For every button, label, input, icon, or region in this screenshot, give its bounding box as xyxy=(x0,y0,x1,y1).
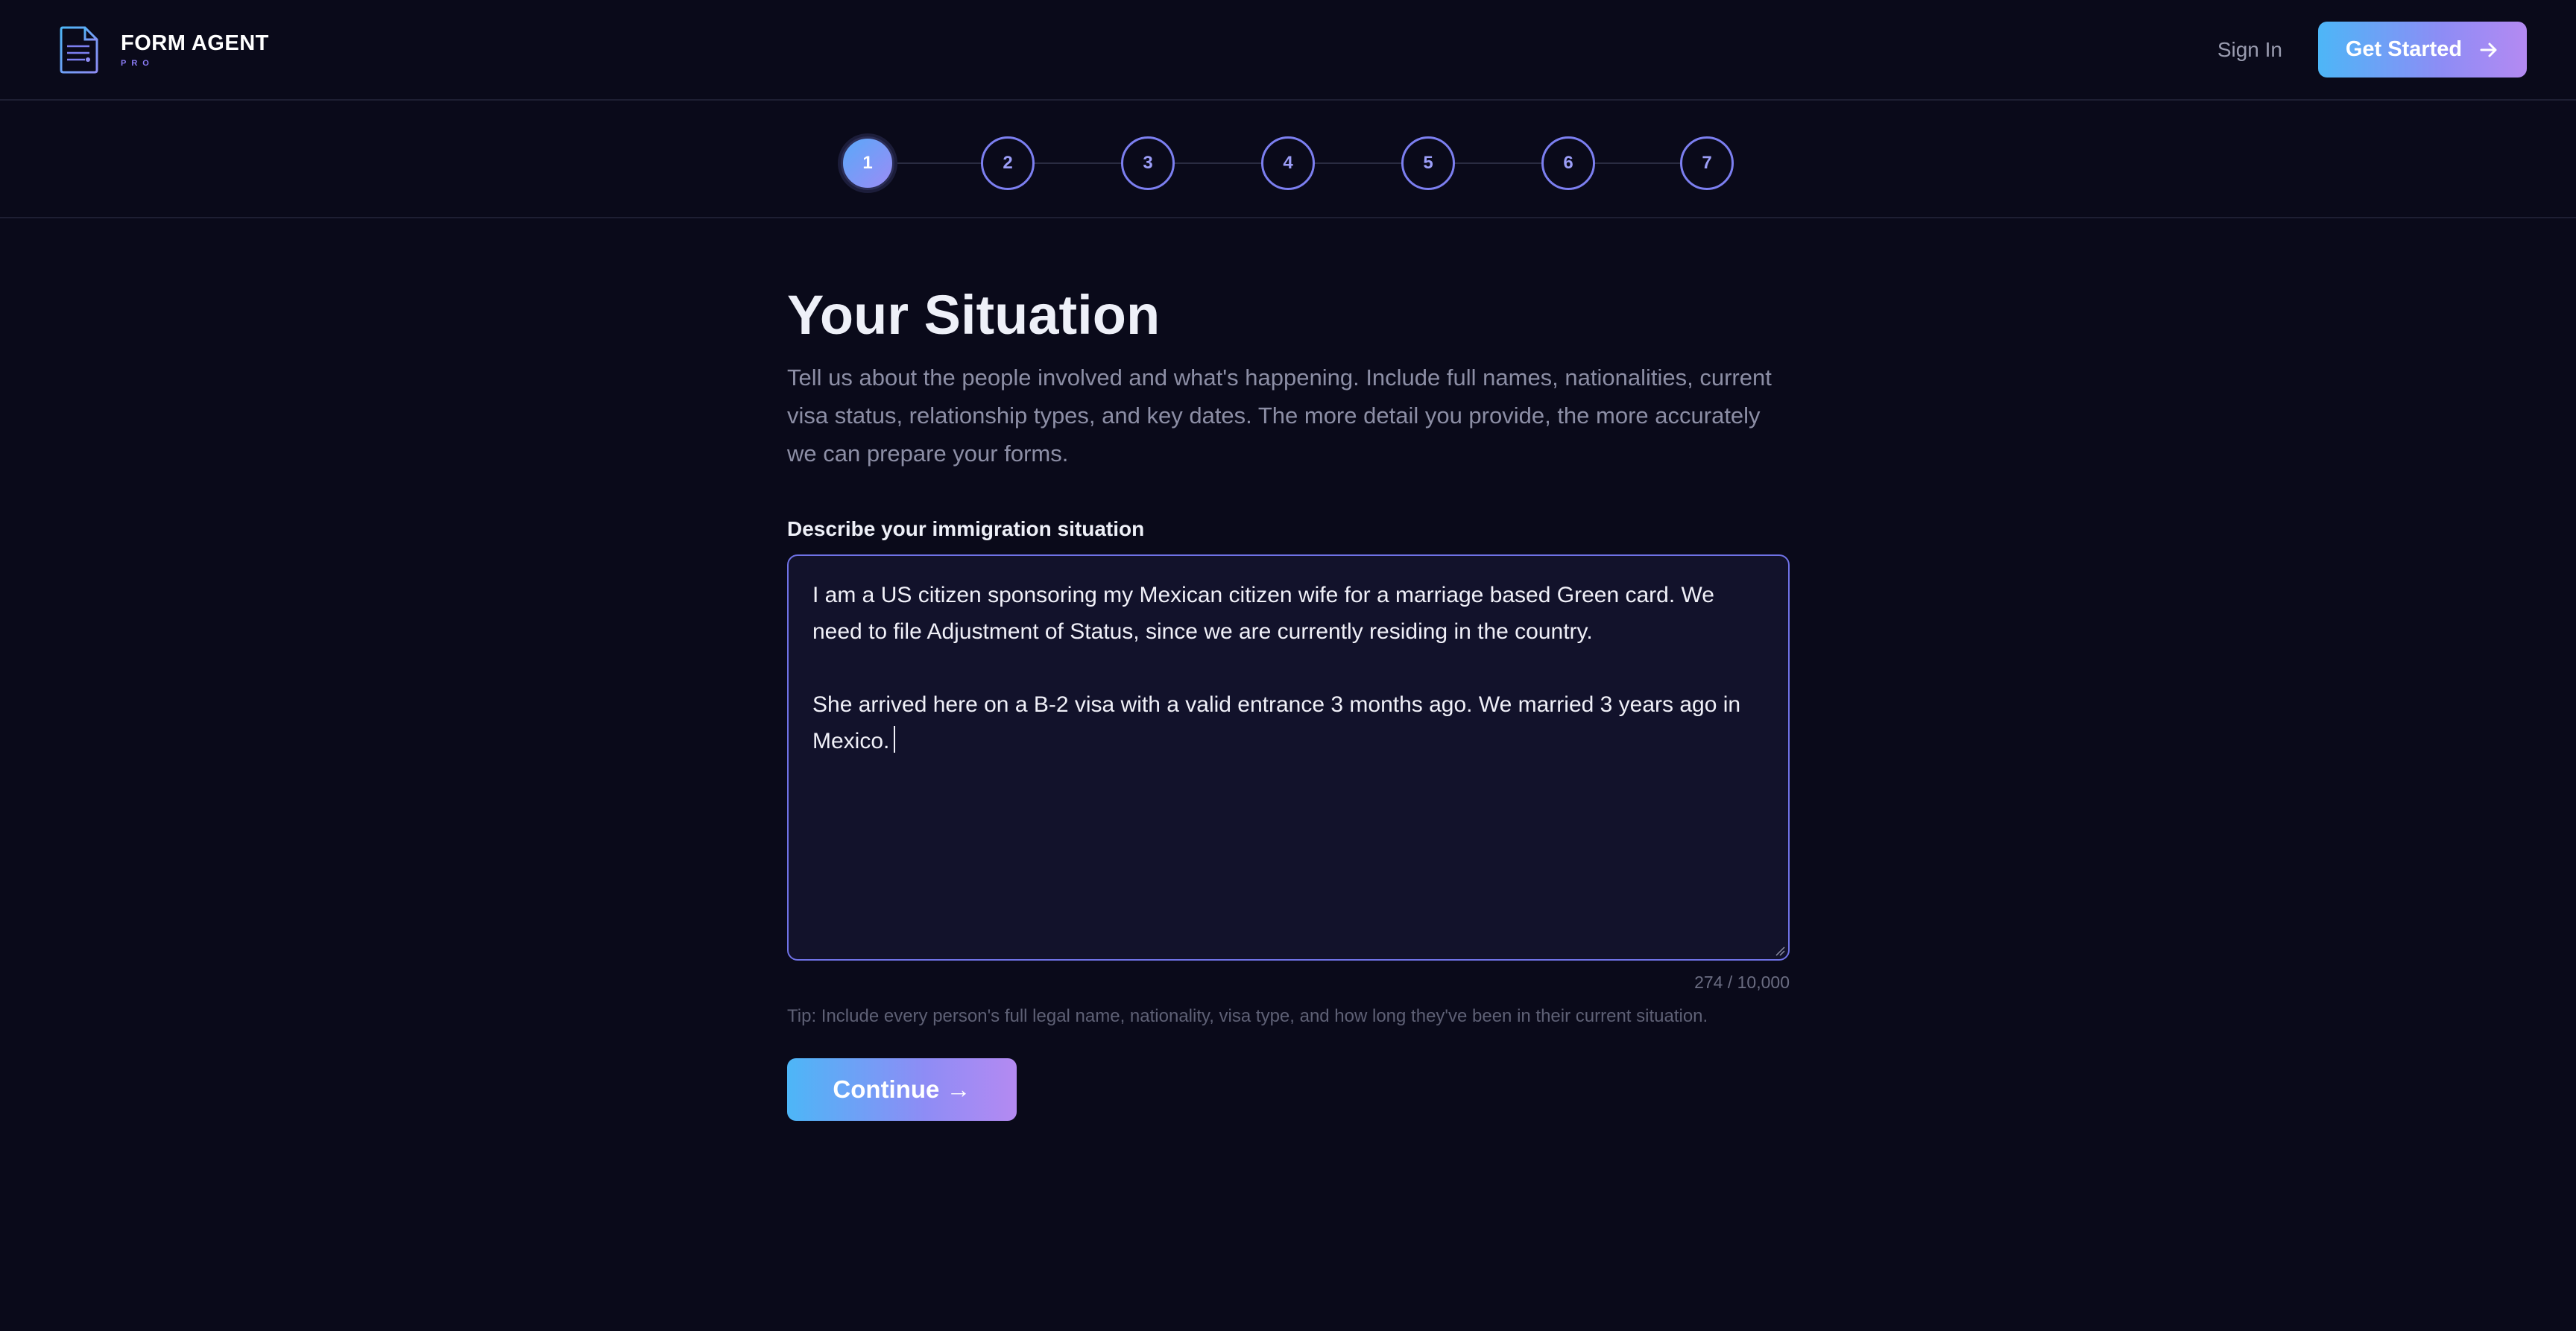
get-started-button[interactable]: Get Started xyxy=(2318,22,2527,78)
document-form-icon xyxy=(60,26,98,73)
situation-form: Your Situation Tell us about the people … xyxy=(787,283,1790,1122)
situation-text: I am a US citizen sponsoring my Mexican … xyxy=(812,583,1741,754)
resize-handle-icon[interactable] xyxy=(1775,946,1785,956)
page-title: Your Situation xyxy=(787,284,1161,346)
get-started-label: Get Started xyxy=(2345,37,2463,61)
step-6[interactable]: 6 xyxy=(1541,136,1595,190)
arrow-right-icon xyxy=(2480,42,2497,57)
header-actions: Sign In Get Started xyxy=(2217,22,2527,78)
brand-logo[interactable]: FORM AGENT PRO xyxy=(58,25,269,75)
page-description: Tell us about the people involved and wh… xyxy=(787,364,1772,467)
step-2[interactable]: 2 xyxy=(981,136,1035,190)
progress-stepper-bar: 1 2 3 4 5 6 7 xyxy=(0,101,2576,218)
progress-stepper: 1 2 3 4 5 6 7 xyxy=(841,136,1734,190)
brand-subtitle: PRO xyxy=(121,59,154,68)
tip-text: Tip: Include every person's full legal n… xyxy=(787,1006,1708,1027)
top-header: FORM AGENT PRO Sign In Get Started xyxy=(0,0,2576,101)
step-1[interactable]: 1 xyxy=(841,136,894,190)
character-count: 274 / 10,000 xyxy=(1694,973,1790,993)
brand-name: FORM AGENT xyxy=(121,31,269,55)
step-5[interactable]: 5 xyxy=(1401,136,1455,190)
situation-field-label: Describe your immigration situation xyxy=(787,517,1145,541)
text-caret xyxy=(894,726,896,753)
sign-in-link[interactable]: Sign In xyxy=(2217,38,2282,62)
step-4[interactable]: 4 xyxy=(1261,136,1315,190)
step-3[interactable]: 3 xyxy=(1121,136,1175,190)
situation-textarea[interactable]: I am a US citizen sponsoring my Mexican … xyxy=(787,554,1790,961)
step-7[interactable]: 7 xyxy=(1680,136,1734,190)
continue-button[interactable]: Continue → xyxy=(787,1058,1017,1122)
